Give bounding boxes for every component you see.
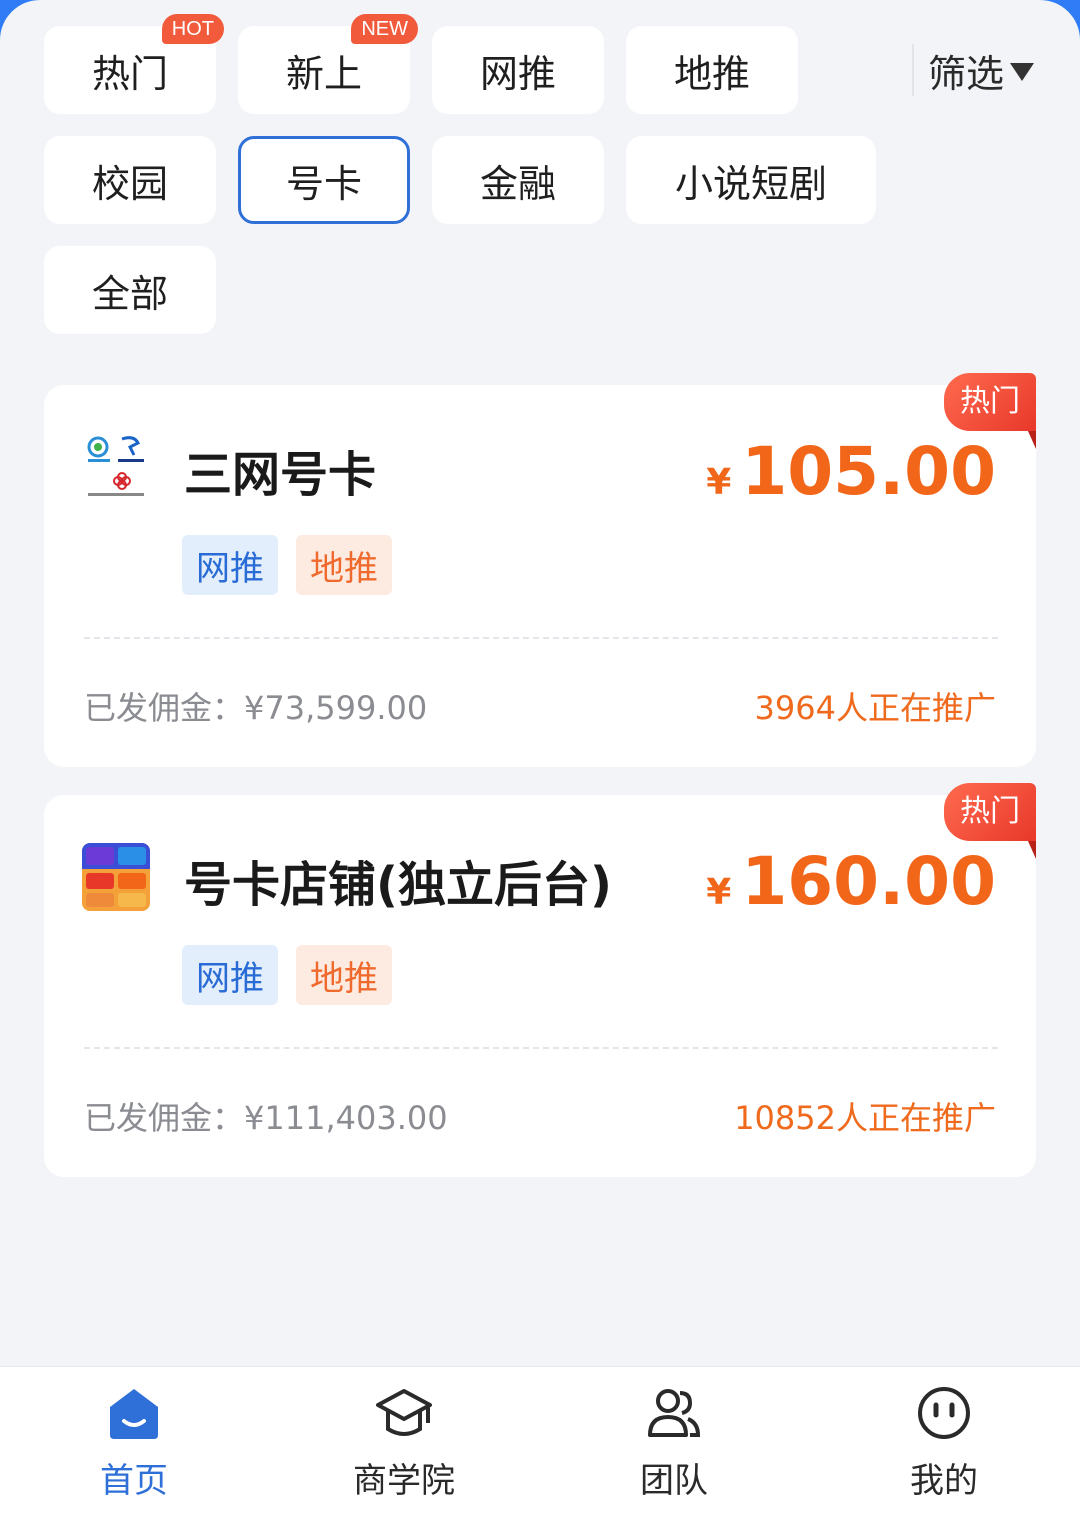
hot-badge: HOT — [161, 14, 224, 44]
category-campus[interactable]: 校园 — [44, 136, 216, 224]
product-price: ¥ 105.00 — [706, 433, 996, 510]
product-price: ¥ 160.00 — [706, 843, 996, 920]
commission-paid: 已发佣金：¥111,403.00 — [84, 1099, 448, 1137]
category-label: 小说短剧 — [674, 161, 827, 206]
store-logo-icon — [82, 843, 150, 911]
tag-offline: 地推 — [296, 945, 392, 1005]
nav-label: 我的 — [910, 1461, 978, 1501]
bottom-nav: 首页 商学院 团队 我的 — [0, 1366, 1080, 1529]
graduation-cap-icon — [376, 1389, 432, 1436]
home-icon — [110, 1389, 158, 1439]
promoting-count: 10852人正在推广 — [734, 1099, 996, 1137]
divider — [84, 1047, 998, 1049]
category-label: 网推 — [479, 51, 556, 96]
category-finance[interactable]: 金融 — [432, 136, 604, 224]
filter-button[interactable]: 筛选 — [912, 44, 1035, 96]
nav-home[interactable]: 首页 — [34, 1367, 234, 1529]
promoting-count: 3964人正在推广 — [754, 689, 996, 727]
price-amount: 105.00 — [741, 433, 996, 510]
team-icon — [648, 1389, 701, 1437]
new-badge: NEW — [351, 14, 418, 44]
hot-tag: 热门 — [944, 373, 1036, 449]
category-offline[interactable]: 地推 — [626, 26, 798, 114]
category-novel-drama[interactable]: 小说短剧 — [626, 136, 876, 224]
category-label: 号卡 — [285, 161, 362, 206]
nav-academy[interactable]: 商学院 — [304, 1367, 504, 1529]
product-title: 号卡店铺(独立后台) — [184, 857, 612, 913]
category-label: 金融 — [479, 161, 556, 206]
product-card[interactable]: 热门 三网号卡 ¥ 105.00 网推 地推 已发佣金：¥73,599.00 3… — [44, 373, 1036, 767]
category-hot[interactable]: 热门 HOT — [44, 14, 224, 114]
nav-label: 团队 — [640, 1461, 708, 1501]
category-label: 新上 — [285, 51, 362, 96]
nav-profile[interactable]: 我的 — [844, 1367, 1044, 1529]
divider — [84, 637, 998, 639]
category-label: 校园 — [91, 161, 168, 206]
product-title: 三网号卡 — [184, 447, 377, 503]
caret-down-icon — [1010, 63, 1035, 81]
currency-symbol: ¥ — [706, 872, 732, 913]
currency-symbol: ¥ — [706, 462, 732, 503]
nav-label: 商学院 — [353, 1461, 455, 1501]
commission-paid: 已发佣金：¥73,599.00 — [84, 689, 428, 727]
nav-label: 首页 — [100, 1461, 168, 1501]
tag-online: 网推 — [182, 535, 278, 595]
category-all[interactable]: 全部 — [44, 246, 216, 334]
category-label: 全部 — [91, 271, 168, 316]
carrier-logo-icon — [82, 433, 150, 501]
smiley-icon — [918, 1387, 970, 1439]
tag-offline: 地推 — [296, 535, 392, 595]
price-amount: 160.00 — [741, 843, 996, 920]
product-card[interactable]: 热门 号卡店铺(独立后台) ¥ 160.00 网推 地推 已发佣金：¥111,4… — [44, 783, 1036, 1177]
category-new[interactable]: 新上 NEW — [238, 14, 418, 114]
filter-label: 筛选 — [928, 51, 1005, 96]
category-online[interactable]: 网推 — [432, 26, 604, 114]
nav-team[interactable]: 团队 — [574, 1367, 774, 1529]
hot-tag: 热门 — [944, 783, 1036, 859]
category-label: 地推 — [673, 51, 750, 96]
category-sim-card[interactable]: 号卡 — [238, 136, 410, 224]
category-label: 热门 — [91, 51, 168, 96]
tag-online: 网推 — [182, 945, 278, 1005]
